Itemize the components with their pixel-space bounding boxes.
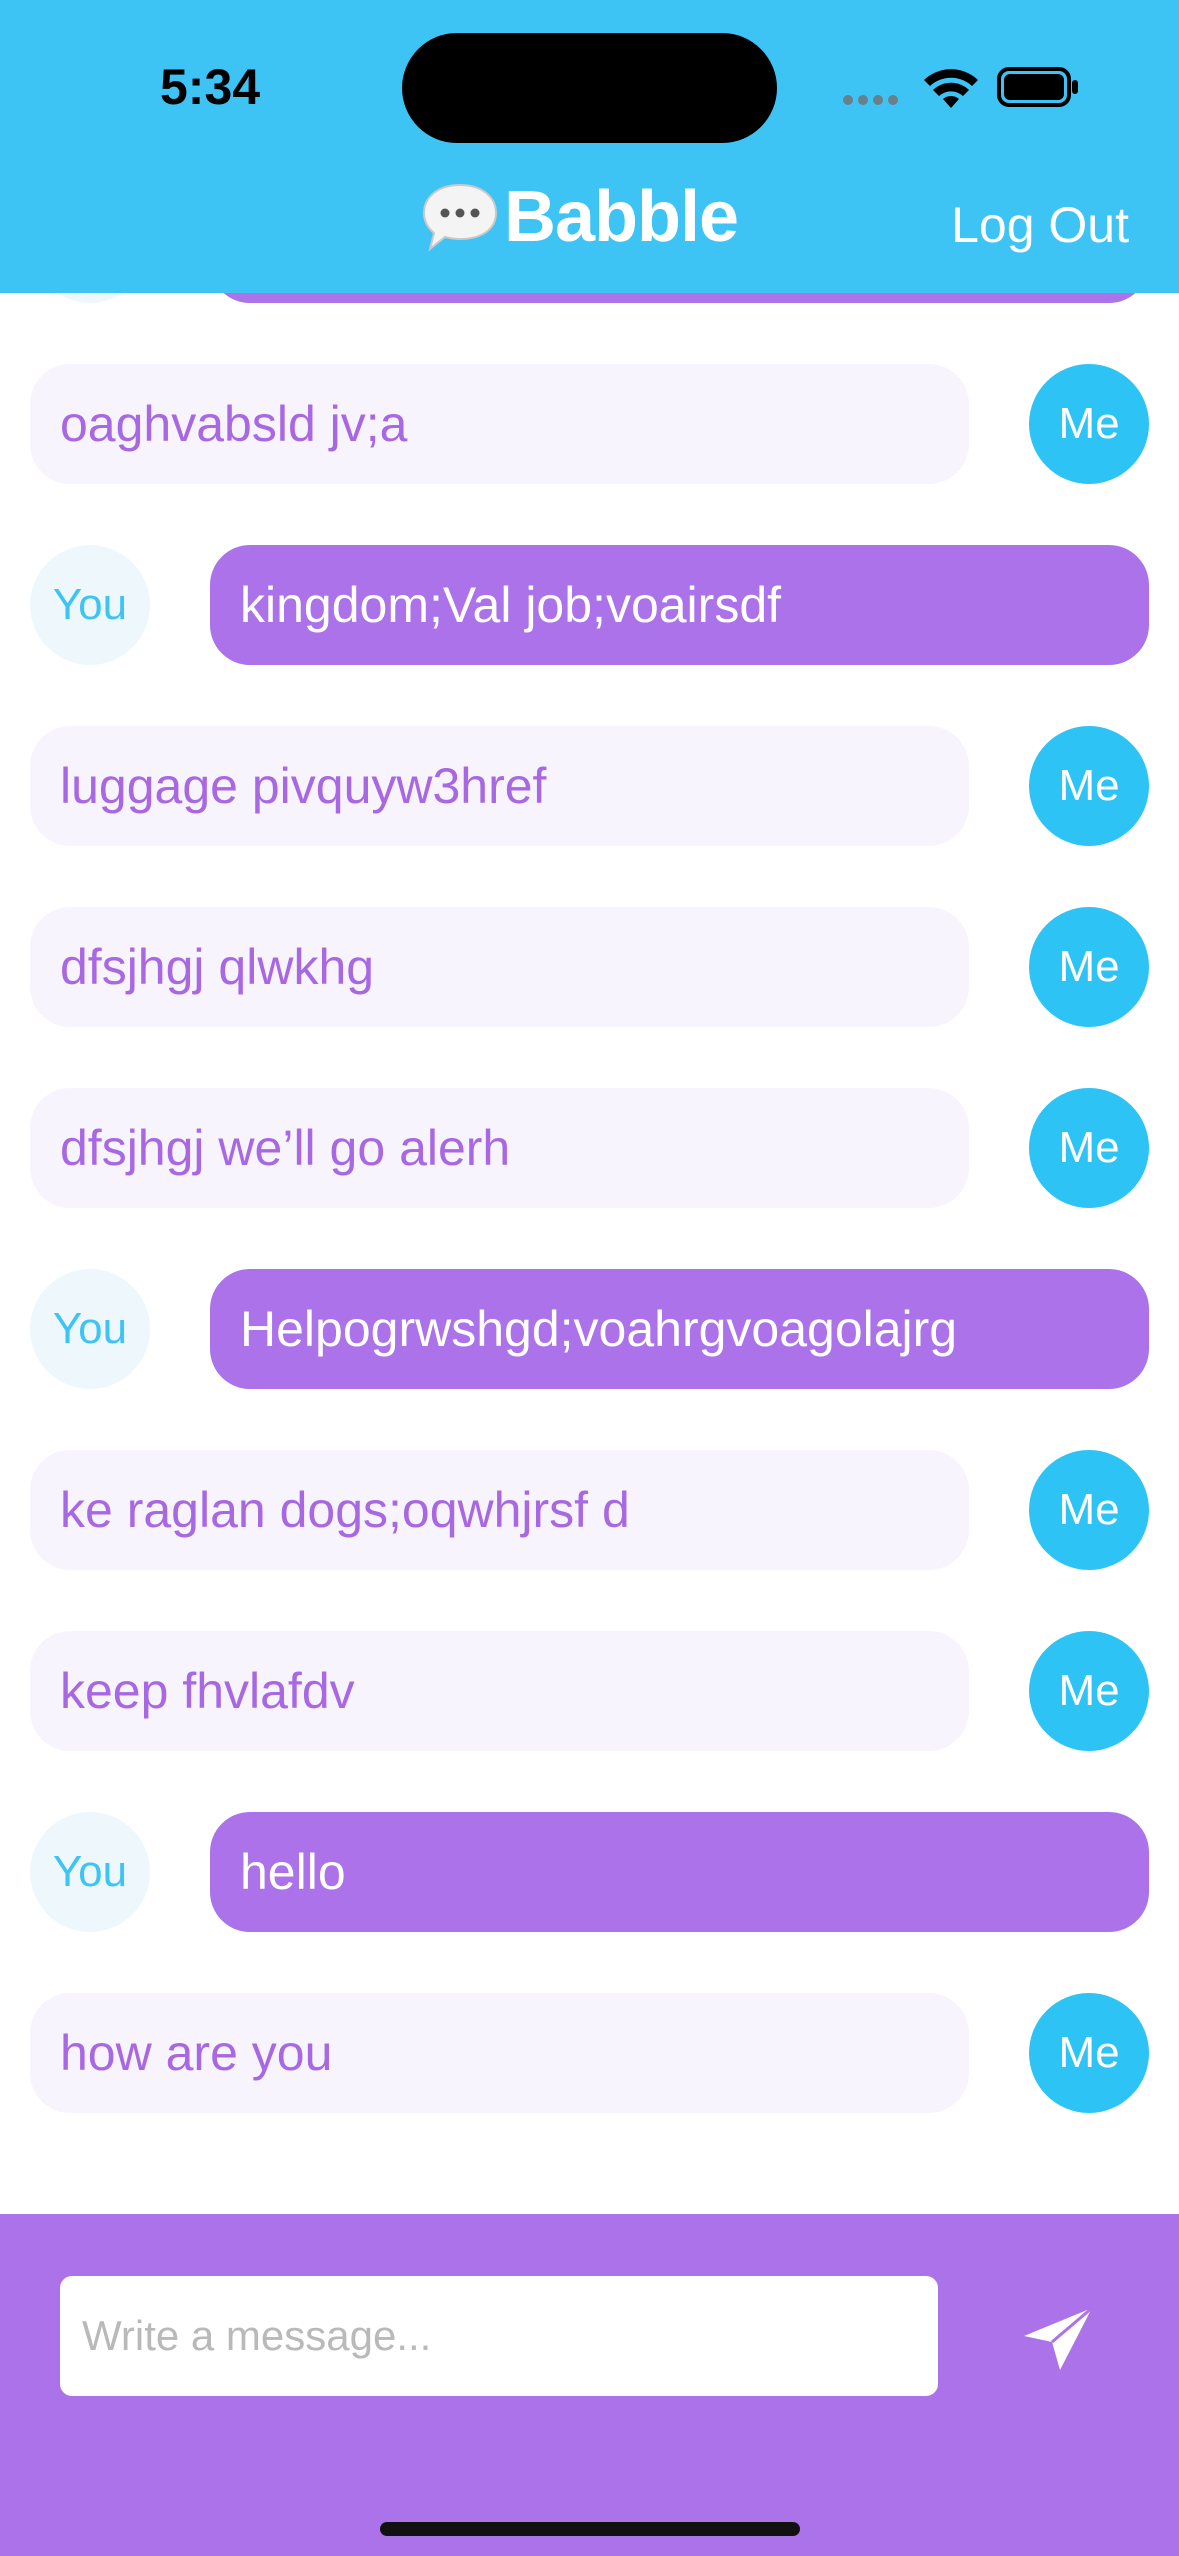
message-row: You kingdom;Val job;voairsdf — [30, 545, 1149, 665]
send-button[interactable] — [1020, 2304, 1096, 2374]
avatar-you: You — [30, 1812, 150, 1932]
avatar-you: You — [30, 1269, 150, 1389]
message-bubble[interactable]: ke raglan dogs;oqwhjrsf d — [30, 1450, 969, 1570]
message-row: You Helpogrwshgd;voahrgvoagolajrg — [30, 1269, 1149, 1389]
avatar-me: Me — [1029, 364, 1149, 484]
message-row: keep fhvlafdv Me — [30, 1631, 1149, 1751]
message-input[interactable] — [60, 2276, 938, 2396]
message-bubble[interactable]: kingdom;Val job;voairsdf — [210, 545, 1149, 665]
message-bubble[interactable]: dfsjhgj we’ll go alerh — [30, 1088, 969, 1208]
dynamic-island — [402, 33, 777, 143]
message-bubble[interactable]: luggage pivquyw3href — [30, 726, 969, 846]
brand: Babble — [420, 172, 739, 262]
avatar-me: Me — [1029, 1993, 1149, 2113]
speech-bubble-icon — [422, 183, 498, 252]
wifi-icon — [924, 69, 978, 108]
avatar-me: Me — [1029, 1450, 1149, 1570]
message-row: oaghvabsld jv;a Me — [30, 364, 1149, 484]
avatar-me: Me — [1029, 907, 1149, 1027]
battery-icon — [997, 67, 1078, 107]
message-bubble[interactable]: dfsjhgj qlwkhg — [30, 907, 969, 1027]
signal-icon — [843, 92, 905, 106]
message-row: ke raglan dogs;oqwhjrsf d Me — [30, 1450, 1149, 1570]
message-bubble[interactable]: oaghvabsld jv;a — [30, 364, 969, 484]
message-bubble[interactable]: hello — [210, 1812, 1149, 1932]
avatar-me: Me — [1029, 726, 1149, 846]
message-row: luggage pivquyw3href Me — [30, 726, 1149, 846]
app-header: 5:34 Babble Log Out — [0, 0, 1179, 293]
home-indicator — [380, 2522, 800, 2536]
chat-screen: Youoaghvaboaghvabsld jv;aMeYoukingdom;Va… — [0, 0, 1179, 2556]
message-row: how are you Me — [30, 1993, 1149, 2113]
app-title: Babble — [504, 177, 739, 257]
message-row: You hello — [30, 1812, 1149, 1932]
message-row: dfsjhgj qlwkhg Me — [30, 907, 1149, 1027]
message-bubble[interactable]: how are you — [30, 1993, 969, 2113]
status-time: 5:34 — [160, 59, 261, 115]
avatar-me: Me — [1029, 1088, 1149, 1208]
avatar-you: You — [30, 545, 150, 665]
avatar-me: Me — [1029, 1631, 1149, 1751]
message-bubble[interactable]: keep fhvlafdv — [30, 1631, 969, 1751]
message-row: dfsjhgj we’ll go alerh Me — [30, 1088, 1149, 1208]
message-composer — [0, 2214, 1179, 2556]
logout-button[interactable]: Log Out — [951, 196, 1129, 254]
message-bubble[interactable]: Helpogrwshgd;voahrgvoagolajrg — [210, 1269, 1149, 1389]
message-list[interactable]: Youoaghvaboaghvabsld jv;aMeYoukingdom;Va… — [0, 255, 1179, 2215]
